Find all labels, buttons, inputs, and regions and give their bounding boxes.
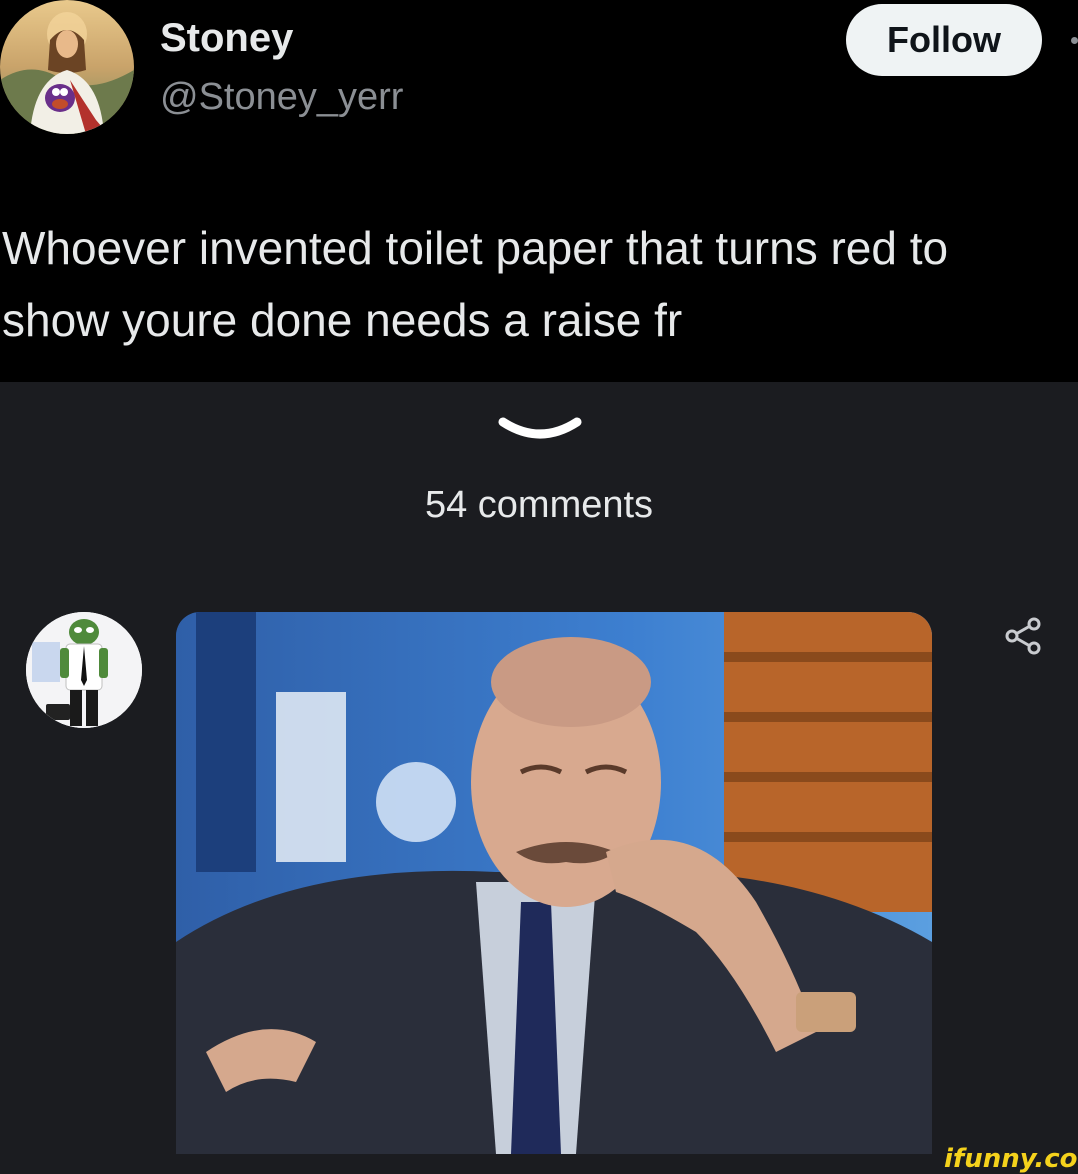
comments-panel: 54 comments xyxy=(0,382,1078,1174)
share-icon[interactable] xyxy=(1004,616,1044,656)
more-options-icon[interactable] xyxy=(1071,37,1078,44)
comment-gif[interactable] xyxy=(176,612,932,1154)
screenshot-page: Stoney @Stoney_yerr Follow Whoever inven… xyxy=(0,0,1078,1174)
tweet-text-line: Whoever invented toilet paper that turns… xyxy=(2,222,949,274)
gif-image-icon xyxy=(176,612,932,1154)
chevron-down-icon[interactable] xyxy=(495,412,585,448)
commenter-avatar[interactable] xyxy=(26,612,142,728)
user-handle[interactable]: @Stoney_yerr xyxy=(160,76,403,119)
comments-count[interactable]: 54 comments xyxy=(0,484,1078,527)
tweet-text: Whoever invented toilet paper that turns… xyxy=(2,212,1078,356)
pepe-frog-avatar-icon xyxy=(26,612,142,728)
follow-button[interactable]: Follow xyxy=(846,4,1042,76)
user-avatar[interactable] xyxy=(0,0,134,134)
tweet-text-line: show youre done needs a raise fr xyxy=(2,294,683,346)
tweet-header: Stoney @Stoney_yerr Follow xyxy=(0,0,1078,140)
watermark-logo: ifunny.co xyxy=(944,1144,1078,1174)
display-name[interactable]: Stoney xyxy=(160,16,293,61)
jesus-painting-avatar-icon xyxy=(0,0,134,134)
